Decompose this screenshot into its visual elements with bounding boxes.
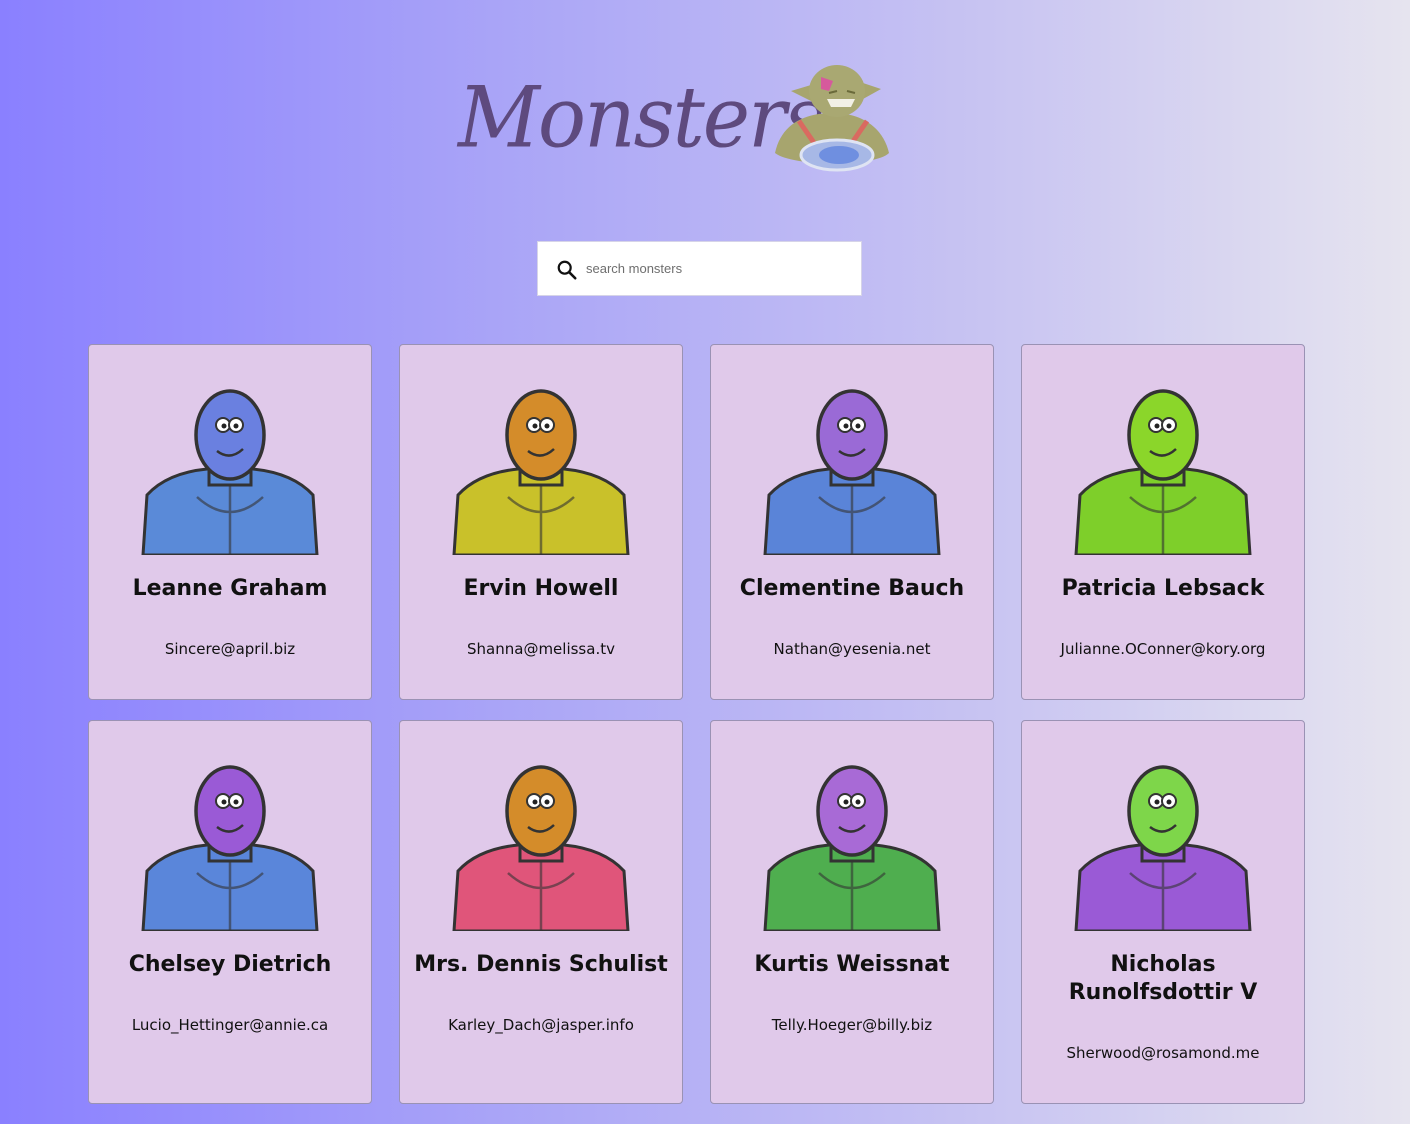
- monster-name: Kurtis Weissnat: [754, 952, 950, 977]
- page-header: Monsters: [455, 55, 915, 185]
- search-box: [537, 241, 862, 296]
- monster-card[interactable]: Leanne Graham Sincere@april.biz: [88, 344, 372, 700]
- monster-email: Karley_Dach@jasper.info: [448, 1016, 634, 1034]
- monster-avatar: [141, 765, 319, 931]
- monster-avatar: [763, 765, 941, 931]
- monster-avatar: [141, 389, 319, 555]
- monster-email: Lucio_Hettinger@annie.ca: [131, 1016, 329, 1034]
- monster-avatar: [452, 389, 630, 555]
- monster-name: Chelsey Dietrich: [128, 952, 332, 977]
- monster-avatar: [763, 389, 941, 555]
- search-icon: [557, 260, 577, 280]
- monster-email: Nathan@yesenia.net: [773, 640, 931, 658]
- monster-card[interactable]: Patricia Lebsack Julianne.OConner@kory.o…: [1021, 344, 1305, 700]
- monster-email: Telly.Hoeger@billy.biz: [771, 1016, 933, 1034]
- monster-email: Julianne.OConner@kory.org: [1060, 640, 1266, 658]
- monster-card[interactable]: Ervin Howell Shanna@melissa.tv: [399, 344, 683, 700]
- monster-avatar: [452, 765, 630, 931]
- monster-name: Ervin Howell: [463, 576, 619, 601]
- ogre-logo-icon: [775, 65, 889, 172]
- monster-card[interactable]: Chelsey Dietrich Lucio_Hettinger@annie.c…: [88, 720, 372, 1104]
- monster-name: Clementine Bauch: [739, 576, 965, 601]
- monster-email: Sherwood@rosamond.me: [1066, 1044, 1260, 1062]
- search-input[interactable]: [586, 242, 848, 295]
- monster-card[interactable]: Mrs. Dennis Schulist Karley_Dach@jasper.…: [399, 720, 683, 1104]
- monster-avatar: [1074, 765, 1252, 931]
- monster-name: Leanne Graham: [132, 576, 328, 601]
- monster-card[interactable]: Kurtis Weissnat Telly.Hoeger@billy.biz: [710, 720, 994, 1104]
- monster-avatar: [1074, 389, 1252, 555]
- monster-name: Mrs. Dennis Schulist: [414, 952, 668, 977]
- monster-email: Shanna@melissa.tv: [467, 640, 615, 658]
- monster-card[interactable]: Nicholas Runolfsdottir V Sherwood@rosamo…: [1021, 720, 1305, 1104]
- monster-name: Nicholas Runolfsdottir V: [1068, 952, 1258, 1005]
- monster-email: Sincere@april.biz: [164, 640, 296, 658]
- monster-card[interactable]: Clementine Bauch Nathan@yesenia.net: [710, 344, 994, 700]
- monster-name: Patricia Lebsack: [1061, 576, 1265, 601]
